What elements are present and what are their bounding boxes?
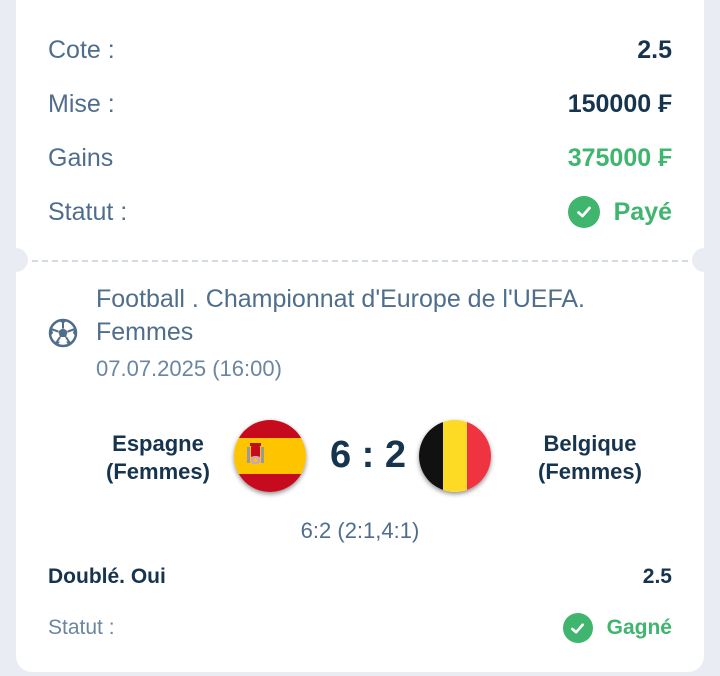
mise-label: Mise : (48, 89, 115, 118)
score-detail: 6:2 (2:1,4:1) (300, 518, 420, 543)
check-circle-icon (567, 196, 600, 228)
spain-flag-icon (234, 420, 306, 492)
bet-ticket-card: Cote : 2.5 Mise : 150000 ₣ Gains 375000 … (4, 0, 716, 672)
dashed-separator (32, 260, 688, 262)
match-score: 6 : 2 (329, 434, 407, 476)
statut-value: Payé (613, 197, 672, 226)
mise-value: 150000 ₣ (567, 89, 672, 118)
bet-selection-name: Doublé. Oui (48, 565, 166, 588)
ticket-notch-left (4, 248, 28, 272)
bet-status: Gagné (562, 613, 672, 643)
statut-label: Statut : (48, 197, 128, 226)
check-circle-icon (562, 613, 593, 643)
gains-value: 375000 ₣ (567, 143, 672, 172)
mise-row: Mise : 150000 ₣ (48, 87, 672, 121)
gains-row: Gains 375000 ₣ (48, 141, 672, 175)
cote-row: Cote : 2.5 (48, 33, 672, 67)
bet-status-row: Statut : Gagné (48, 613, 672, 643)
statut-status: Payé (567, 196, 672, 228)
belgium-flag-icon (419, 420, 491, 492)
event-datetime: 07.07.2025 (16:00) (96, 356, 282, 381)
bet-selection-row: Doublé. Oui 2.5 (48, 565, 672, 589)
statut-row: Statut : Payé (48, 195, 672, 229)
away-team-name: Belgique (Femmes) (538, 431, 642, 484)
bet-status-label: Statut : (48, 616, 115, 639)
home-team-name: Espagne (Femmes) (106, 431, 210, 484)
cote-label: Cote : (48, 35, 115, 64)
ticket-notch-right (692, 248, 716, 272)
cote-value: 2.5 (637, 35, 672, 64)
bet-odd: 2.5 (642, 565, 672, 588)
bet-status-value: Gagné (606, 616, 672, 639)
soccer-ball-icon (48, 318, 78, 348)
gains-label: Gains (48, 143, 114, 172)
event-title: Football . Championnat d'Europe de l'UEF… (96, 285, 585, 346)
